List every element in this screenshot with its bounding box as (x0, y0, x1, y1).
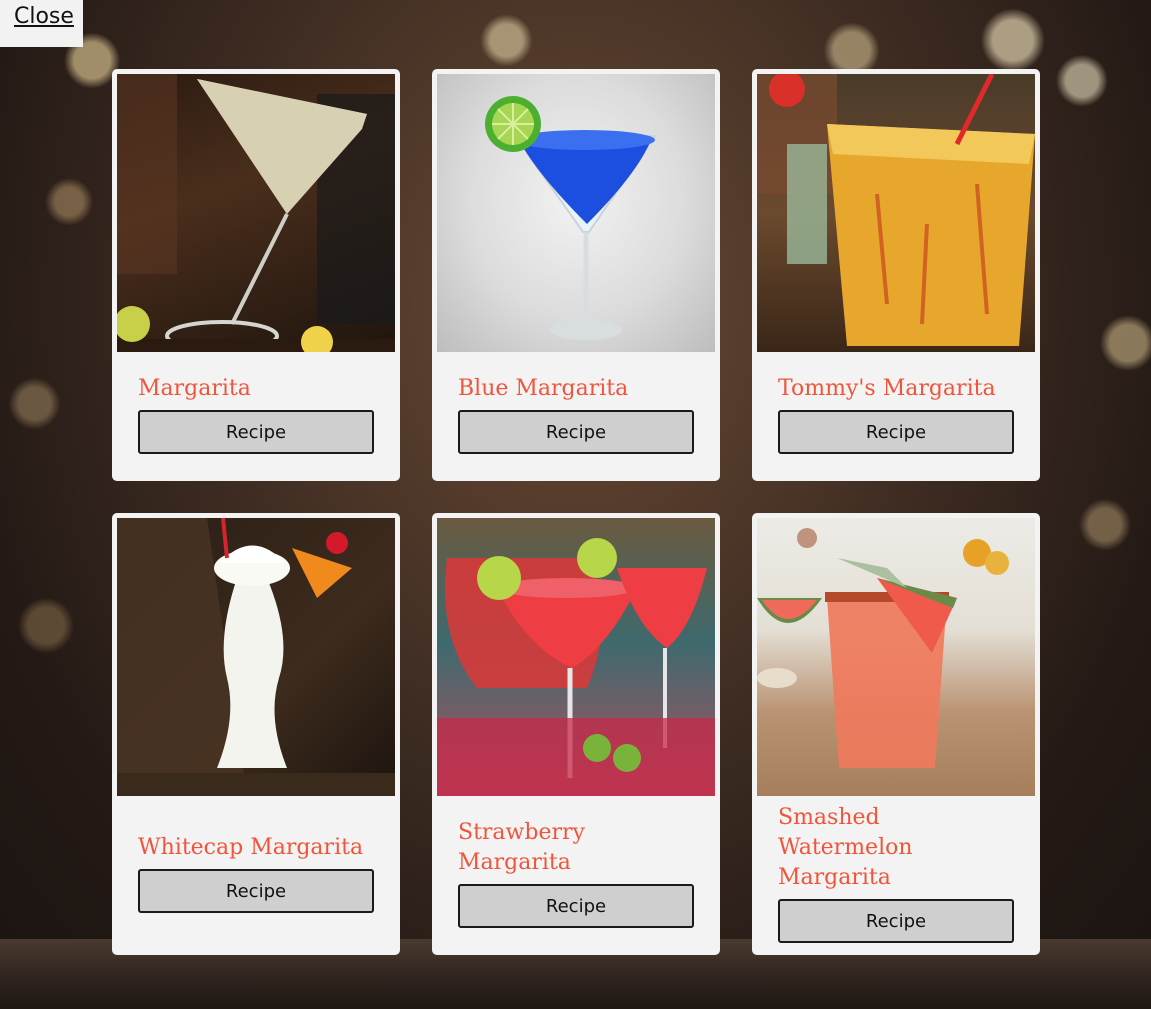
margarita-photo (117, 74, 395, 352)
smashed-watermelon-margarita-photo (757, 518, 1035, 796)
recipe-button[interactable]: Recipe (778, 410, 1014, 454)
cocktail-name: Whitecap Margarita (138, 835, 364, 860)
cocktail-card: Strawberry Margarita Recipe (432, 513, 720, 955)
cocktail-card: Whitecap Margarita Recipe (112, 513, 400, 955)
recipe-button[interactable]: Recipe (778, 899, 1014, 943)
cocktail-card: Blue Margarita Recipe (432, 69, 720, 481)
cocktail-card: Margarita Recipe (112, 69, 400, 481)
tommys-margarita-photo (757, 74, 1035, 352)
recipe-button[interactable]: Recipe (138, 869, 374, 913)
cocktail-name: Strawberry Margarita (458, 820, 585, 875)
recipe-button[interactable]: Recipe (458, 884, 694, 928)
strawberry-margarita-photo (437, 518, 715, 796)
cocktail-name: Margarita (138, 376, 251, 401)
cocktail-name: Tommy's Margarita (778, 376, 996, 401)
close-link[interactable]: Close (0, 0, 83, 47)
blue-margarita-photo (437, 74, 715, 352)
cocktail-name: Smashed Watermelon Margarita (778, 805, 913, 890)
cocktail-grid: Margarita Recipe Blue Margarita Recipe T… (112, 69, 1040, 955)
recipe-button[interactable]: Recipe (138, 410, 374, 454)
whitecap-margarita-photo (117, 518, 395, 796)
cocktail-card: Smashed Watermelon Margarita Recipe (752, 513, 1040, 955)
cocktail-name: Blue Margarita (458, 376, 629, 401)
cocktail-card: Tommy's Margarita Recipe (752, 69, 1040, 481)
recipe-button[interactable]: Recipe (458, 410, 694, 454)
